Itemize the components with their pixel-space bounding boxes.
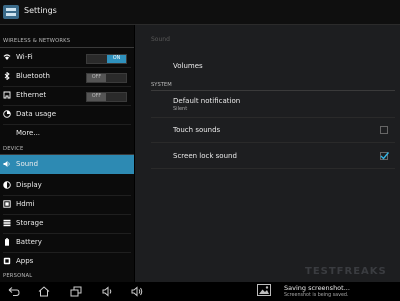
sidebar-item-apps[interactable]: Apps [0,252,134,271]
volume-up-icon[interactable] [131,286,143,297]
sidebar-item-label: More... [16,129,41,137]
divider [151,90,395,91]
section-header-personal: PERSONAL [3,273,33,279]
section-header-system: SYSTEM [151,82,172,88]
settings-app-icon[interactable] [2,3,20,21]
bluetooth-icon [4,72,10,80]
sidebar-item-label: Storage [16,219,44,227]
sidebar-item-ethernet[interactable]: Ethernet OFF [0,86,134,105]
toggle-label: OFF [87,74,106,82]
default-notification-item[interactable]: Default notification [173,97,240,105]
sidebar-item-display[interactable]: Display [0,176,134,195]
touch-sounds-item[interactable]: Touch sounds [173,126,220,134]
brightness-icon [3,181,11,189]
home-icon[interactable] [38,286,50,297]
screen-lock-sound-checkbox[interactable] [380,152,389,160]
sidebar-item-label: Bluetooth [16,72,50,80]
checkmark-icon [380,152,389,160]
sidebar-item-data-usage[interactable]: Data usage [0,105,134,124]
data-usage-icon [3,110,11,118]
sidebar-item-label: Sound [16,160,39,168]
page-title: Settings [24,6,57,15]
wifi-toggle[interactable]: ON [86,54,127,64]
sidebar-item-label: Hdmi [16,200,35,208]
section-header-wireless: WIRELESS & NETWORKS [3,38,71,44]
ethernet-toggle[interactable]: OFF [86,92,127,102]
touch-sounds-checkbox[interactable] [380,126,388,134]
bluetooth-toggle[interactable]: OFF [86,73,127,83]
section-header-device: DEVICE [3,146,24,152]
notification-title[interactable]: Saving screenshot... [284,284,350,292]
toggle-label: OFF [87,93,106,101]
wifi-icon [3,54,11,60]
sidebar-item-label: Ethernet [16,91,47,99]
ethernet-icon [3,91,11,99]
sidebar-item-storage[interactable]: Storage [0,214,134,233]
pane-title: Sound [151,36,170,43]
sidebar-item-wifi[interactable]: Wi-Fi ON [0,48,134,67]
apps-icon [3,257,11,265]
screenshot-notification-icon [257,284,271,296]
battery-icon [5,238,9,246]
divider [151,117,395,118]
sidebar-item-sound[interactable]: Sound [0,155,134,174]
settings-sidebar: WIRELESS & NETWORKS Wi-Fi ON Bluetooth O… [0,25,134,282]
storage-icon [3,219,11,227]
sidebar-item-label: Data usage [16,110,57,118]
divider [151,168,395,169]
sidebar-item-more[interactable]: More... [0,124,134,143]
sidebar-item-label: Display [16,181,42,189]
volume-down-icon[interactable] [102,286,114,297]
hdmi-icon [3,200,11,208]
sidebar-item-label: Battery [16,238,42,246]
divider [151,142,395,143]
action-bar: Settings [0,0,400,25]
sidebar-item-label: Apps [16,257,34,265]
watermark: TESTFREAKS [305,266,387,277]
sidebar-item-bluetooth[interactable]: Bluetooth OFF [0,67,134,86]
notification-subtitle: Screenshot is being saved. [284,293,349,298]
sound-settings-pane: Sound Volumes SYSTEM Default notificatio… [135,25,400,282]
volumes-item[interactable]: Volumes [173,62,203,70]
back-icon[interactable] [8,286,20,297]
screen-lock-sound-item[interactable]: Screen lock sound [173,152,237,160]
sidebar-item-label: Wi-Fi [16,53,33,61]
sidebar-item-hdmi[interactable]: Hdmi [0,195,134,214]
volume-icon [3,161,10,167]
recent-apps-icon[interactable] [70,286,82,297]
toggle-label: ON [107,55,126,63]
sidebar-item-battery[interactable]: Battery [0,233,134,252]
default-notification-value: Silent [173,106,188,112]
